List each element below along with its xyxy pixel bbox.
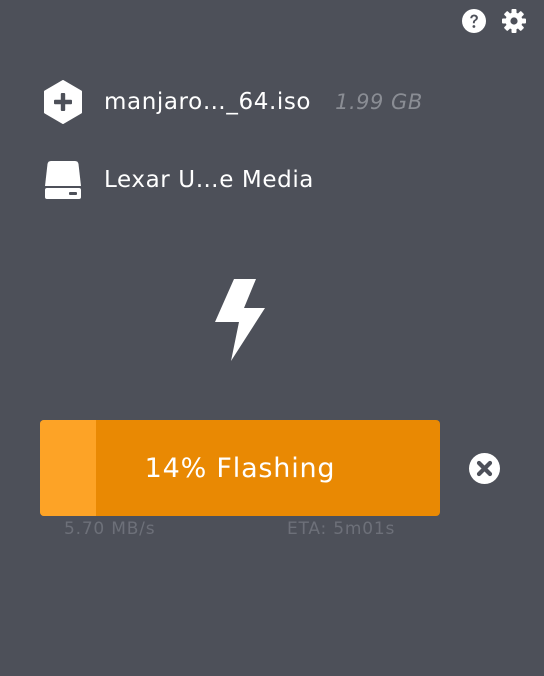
flasher-window: manjaro…_64.iso 1.99 GB Lexar U…e Media … xyxy=(0,0,544,676)
image-file-name[interactable]: manjaro…_64.iso xyxy=(104,89,311,115)
lightning-bolt-icon xyxy=(211,278,269,362)
header-actions xyxy=(461,8,527,34)
image-selection: manjaro…_64.iso 1.99 GB xyxy=(43,80,423,124)
drive-icon[interactable] xyxy=(43,158,83,202)
close-circle-icon[interactable] xyxy=(468,452,501,485)
add-hexagon-icon[interactable] xyxy=(43,80,83,124)
flash-eta: ETA: 5m01s xyxy=(287,519,396,539)
image-file-size: 1.99 GB xyxy=(335,90,423,114)
flash-speed: 5.70 MB/s xyxy=(64,519,156,539)
drive-selection: Lexar U…e Media xyxy=(43,158,314,202)
flash-progress-bar: 14% Flashing xyxy=(40,420,440,516)
settings-icon[interactable] xyxy=(501,8,527,34)
help-icon[interactable] xyxy=(461,8,487,34)
progress-label: 14% Flashing xyxy=(144,452,336,484)
drive-name[interactable]: Lexar U…e Media xyxy=(104,167,314,193)
